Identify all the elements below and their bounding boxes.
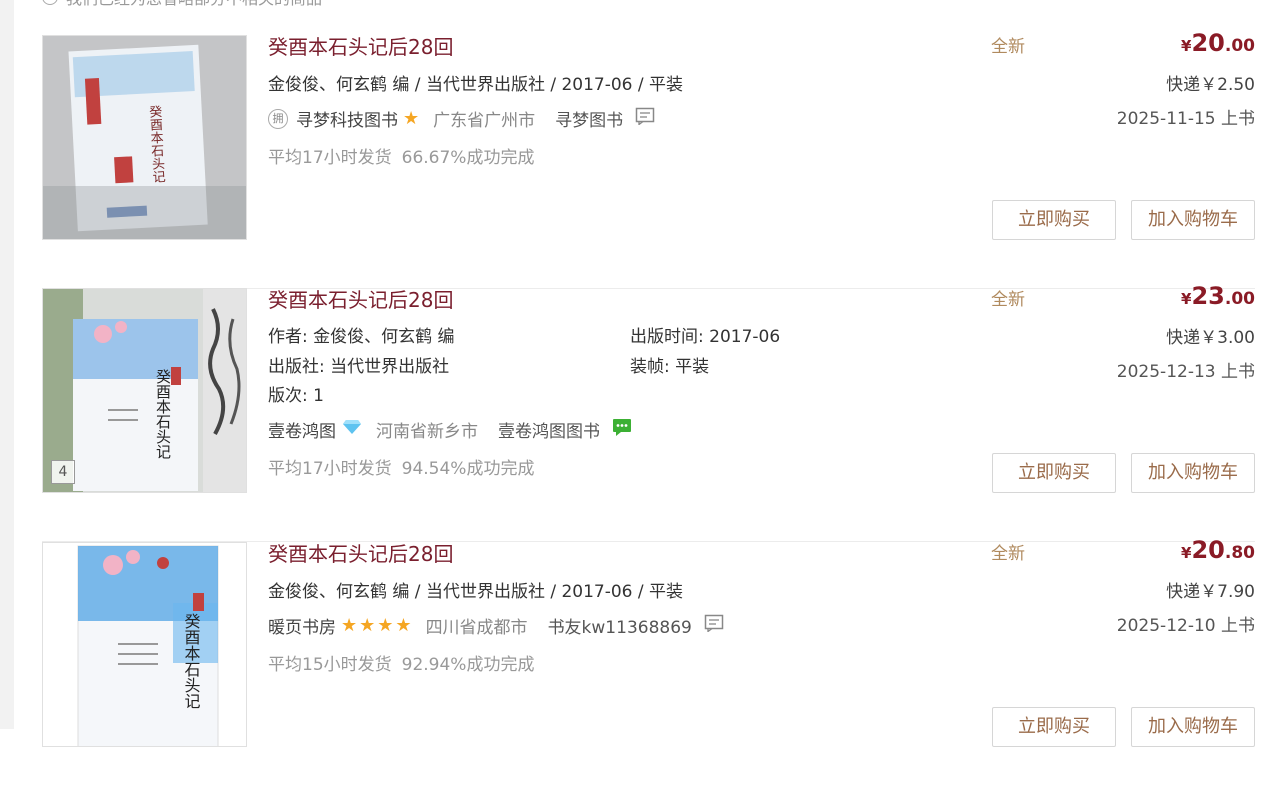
- price: ¥20.80: [1181, 536, 1255, 564]
- shipping-fee: 快递￥3.00: [1166, 328, 1255, 348]
- book-meta: 金俊俊、何玄鹤 编 / 当代世界出版社 / 2017-06 / 平装: [268, 75, 684, 95]
- seller-name[interactable]: 寻梦图书: [555, 106, 623, 131]
- currency-symbol: ¥: [1181, 544, 1192, 562]
- buy-now-button[interactable]: 立即购买: [992, 200, 1116, 240]
- star-icon: ★: [341, 615, 358, 636]
- shop-name[interactable]: 暖页书房: [268, 613, 336, 638]
- listing-item: 癸酉本石头记 癸酉本石头记后28回 金俊俊、何玄鹤 编 / 当代世界出版社 / …: [42, 536, 1255, 795]
- price-integer: 23: [1191, 282, 1225, 310]
- notice-text: 我们已经为您省略部分不相关的商品: [66, 0, 322, 9]
- ship-time: 平均15小时发货: [268, 655, 392, 675]
- listed-date: 2025-12-13 上书: [1116, 362, 1255, 382]
- shipping-fee: 快递￥7.90: [1166, 582, 1255, 602]
- svg-text:癸酉本石头记: 癸酉本石头记: [182, 613, 201, 709]
- success-rate: 66.67%成功完成: [401, 148, 535, 168]
- listed-date: 2025-11-15 上书: [1116, 109, 1255, 129]
- author: 作者: 金俊俊、何玄鹤 编: [268, 327, 455, 347]
- diamond-icon: [342, 419, 362, 440]
- condition-label: 全新: [991, 290, 1025, 310]
- book-cover-image[interactable]: 癸酉本石头记 4: [42, 288, 247, 493]
- book-meta: 金俊俊、何玄鹤 编 / 当代世界出版社 / 2017-06 / 平装: [268, 582, 684, 602]
- price: ¥20.00: [1181, 29, 1255, 57]
- publish-date: 出版时间: 2017-06: [630, 327, 781, 347]
- buy-now-button[interactable]: 立即购买: [992, 707, 1116, 747]
- chat-bubble-green-icon[interactable]: [612, 418, 632, 441]
- success-rate: 94.54%成功完成: [401, 459, 535, 479]
- currency-symbol: ¥: [1181, 37, 1192, 55]
- seller-row: 暖页书房 ★ ★ ★ ★ 四川省成都市 书友kw11368869: [268, 613, 724, 638]
- listing-item: 癸酉本石头记 癸酉本石头记后28回 金俊俊、何玄鹤 编 / 当代世界出版社 / …: [42, 29, 1255, 289]
- info-icon: i: [42, 0, 58, 5]
- seller-stats: 平均15小时发货 92.94%成功完成: [268, 650, 534, 675]
- seller-row: 拥 寻梦科技图书 ★ 广东省广州市 寻梦图书: [268, 106, 655, 131]
- message-icon[interactable]: [635, 107, 655, 130]
- add-to-cart-button[interactable]: 加入购物车: [1131, 453, 1255, 493]
- edition: 版次: 1: [268, 386, 324, 406]
- shop-location: 四川省成都市: [425, 618, 528, 638]
- svg-text:癸酉本石头记: 癸酉本石头记: [154, 369, 172, 459]
- condition-label: 全新: [991, 544, 1025, 564]
- publisher: 出版社: 当代世界出版社: [268, 357, 450, 377]
- seller-name[interactable]: 书友kw11368869: [548, 613, 692, 638]
- seller-row: 壹卷鸿图 河南省新乡市 壹卷鸿图图书: [268, 417, 632, 442]
- price: ¥23.00: [1181, 282, 1255, 310]
- shop-name[interactable]: 壹卷鸿图: [268, 417, 336, 442]
- seller-stats: 平均17小时发货 94.54%成功完成: [268, 454, 534, 479]
- star-icon: ★: [395, 615, 412, 636]
- price-decimal: .00: [1224, 36, 1255, 56]
- shop-name[interactable]: 寻梦科技图书: [296, 106, 398, 131]
- shop-location: 河南省新乡市: [376, 422, 478, 442]
- currency-symbol: ¥: [1181, 290, 1192, 308]
- success-rate: 92.94%成功完成: [401, 655, 535, 675]
- buy-now-button[interactable]: 立即购买: [992, 453, 1116, 493]
- star-icon: ★: [359, 615, 376, 636]
- ship-time: 平均17小时发货: [268, 459, 392, 479]
- price-decimal: .00: [1224, 289, 1255, 309]
- condition-label: 全新: [991, 37, 1025, 57]
- listing-item: 癸酉本石头记 4 癸酉本石头记后28回 作者: 金俊俊、何玄鹤 编 出版时间: …: [42, 282, 1255, 542]
- book-cover-image[interactable]: 癸酉本石头记: [42, 35, 247, 240]
- listed-date: 2025-12-10 上书: [1116, 616, 1255, 636]
- star-icon: ★: [377, 615, 394, 636]
- omitted-items-notice: i 我们已经为您省略部分不相关的商品: [42, 0, 322, 8]
- price-integer: 20: [1191, 29, 1225, 57]
- shop-location: 广东省广州市: [433, 111, 536, 131]
- add-to-cart-button[interactable]: 加入购物车: [1131, 707, 1255, 747]
- seller-stats: 平均17小时发货 66.67%成功完成: [268, 143, 534, 168]
- message-icon[interactable]: [704, 614, 724, 637]
- seller-type-badge: 拥: [268, 108, 288, 129]
- price-integer: 20: [1191, 536, 1225, 564]
- price-decimal: .80: [1224, 543, 1255, 563]
- seller-name[interactable]: 壹卷鸿图图书: [498, 417, 600, 442]
- add-to-cart-button[interactable]: 加入购物车: [1131, 200, 1255, 240]
- listing-title[interactable]: 癸酉本石头记后28回: [268, 31, 453, 60]
- left-gutter: [0, 0, 14, 729]
- binding: 装帧: 平装: [630, 357, 710, 377]
- shipping-fee: 快递￥2.50: [1166, 75, 1255, 95]
- book-cover-image[interactable]: 癸酉本石头记: [42, 542, 247, 747]
- ship-time: 平均17小时发货: [268, 148, 392, 168]
- star-icon: ★: [403, 108, 420, 129]
- listing-title[interactable]: 癸酉本石头记后28回: [268, 284, 453, 313]
- listing-title[interactable]: 癸酉本石头记后28回: [268, 538, 453, 567]
- image-count-badge: 4: [51, 460, 75, 484]
